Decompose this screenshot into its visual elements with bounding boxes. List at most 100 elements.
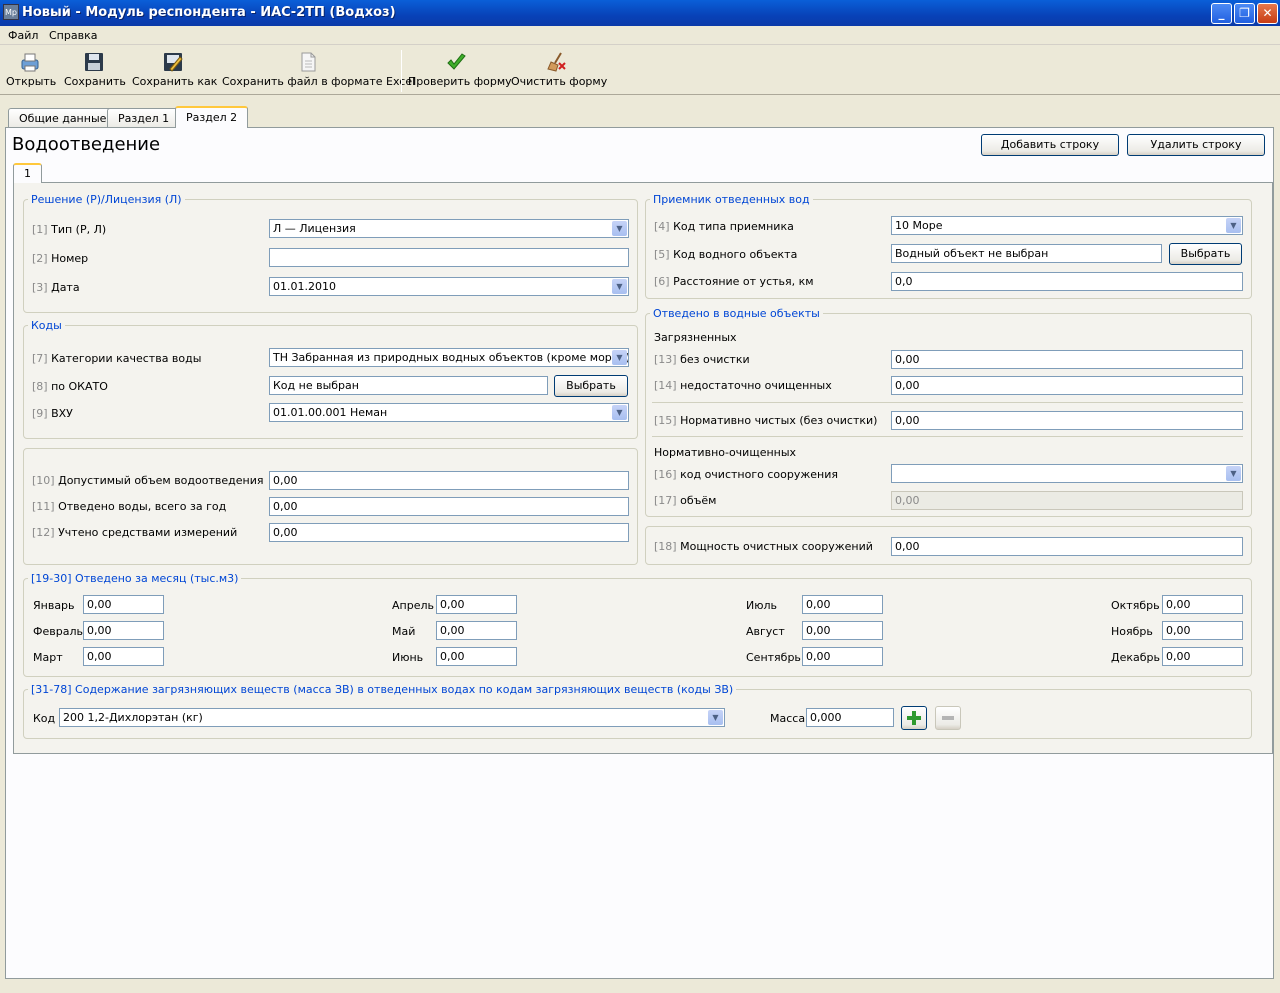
treated-volume-label: [17] объём [654,494,716,507]
month-input-february[interactable]: 0,00 [83,621,164,640]
water-object-label-text: Код водного объекта [673,248,798,261]
vhu-label-text: ВХУ [51,407,73,420]
type-select[interactable]: Л — Лицензия ▼ [269,219,629,238]
add-row-button[interactable]: Добавить строку [981,134,1119,156]
water-object-label: [5] Код водного объекта [654,248,797,261]
field-number: [4] [654,220,670,233]
menu-help[interactable]: Справка [49,29,97,42]
minimize-button[interactable]: _ [1211,3,1232,24]
month-input-december[interactable]: 0,00 [1162,647,1243,666]
maximize-button[interactable]: ❐ [1234,3,1255,24]
chevron-down-icon[interactable]: ▼ [612,405,627,420]
date-label-text: Дата [51,281,80,294]
decision-group-title: Решение (Р)/Лицензия (Л) [28,193,185,206]
treatment-code-label-text: код очистного сооружения [680,468,838,481]
month-input-july[interactable]: 0,00 [802,595,883,614]
pollutant-code-label: Код [33,712,56,725]
month-input-november[interactable]: 0,00 [1162,621,1243,640]
chevron-down-icon[interactable]: ▼ [612,350,627,365]
date-select[interactable]: 01.01.2010 ▼ [269,277,629,296]
field-number: [2] [32,252,48,265]
month-label-january: Январь [33,599,75,612]
month-input-october[interactable]: 0,00 [1162,595,1243,614]
no-treatment-input[interactable]: 0,00 [891,350,1243,369]
monthly-group [23,578,1252,677]
save-as-button[interactable]: Сохранить как [132,49,218,93]
field-number: [17] [654,494,677,507]
pollutant-code-select[interactable]: 200 1,2-Дихлорэтан (кг) ▼ [59,708,725,727]
chevron-down-icon[interactable]: ▼ [612,279,627,294]
choose-okato-button[interactable]: Выбрать [554,375,628,397]
month-label-april: Апрель [392,599,434,612]
water-quality-label-text: Категории качества воды [51,352,202,365]
check-form-button[interactable]: Проверить форму [408,49,512,93]
month-input-june[interactable]: 0,00 [436,647,517,666]
chevron-down-icon[interactable]: ▼ [1226,466,1241,481]
month-input-may[interactable]: 0,00 [436,621,517,640]
type-label: [1] Тип (Р, Л) [32,223,106,236]
add-pollutant-button[interactable] [901,706,927,730]
okato-input[interactable]: Код не выбран [269,376,548,395]
treatment-code-select[interactable]: ▼ [891,464,1243,483]
floppy-disk-icon [85,53,103,71]
tab-general[interactable]: Общие данные [8,108,118,127]
water-quality-select[interactable]: ТН Забранная из природных водных объекто… [269,348,629,367]
treated-volume-label-text: объём [680,494,717,507]
save-as-label: Сохранить как [132,75,218,88]
divider [652,436,1243,437]
tab-section2[interactable]: Раздел 2 [175,106,249,128]
measured-input[interactable]: 0,00 [269,523,629,542]
month-input-april[interactable]: 0,00 [436,595,517,614]
pollutant-code-select-value: 200 1,2-Дихлорэтан (кг) [63,711,203,724]
checkmark-icon [446,53,466,70]
field-number: [7] [32,352,48,365]
chevron-down-icon[interactable]: ▼ [1226,218,1241,233]
monthly-group-title: [19-30] Отведено за месяц (тыс.м3) [28,572,242,585]
capacity-input[interactable]: 0,00 [891,537,1243,556]
save-excel-button[interactable]: Сохранить файл в формате Excel [222,49,415,93]
chevron-down-icon[interactable]: ▼ [708,710,723,725]
clear-form-label: Очистить форму [511,75,608,88]
mouth-distance-label: [6] Расстояние от устья, км [654,275,814,288]
menu-bar: Файл Справка [0,26,1280,45]
water-quality-select-value: ТН Забранная из природных водных объекто… [273,351,629,364]
allowed-volume-input[interactable]: 0,00 [269,471,629,490]
pollutant-mass-input[interactable]: 0,000 [806,708,894,727]
vhu-select[interactable]: 01.01.00.001 Неман ▼ [269,403,629,422]
open-button[interactable]: Открыть [6,49,56,93]
chevron-down-icon[interactable]: ▼ [612,221,627,236]
save-button[interactable]: Сохранить [64,49,126,93]
mouth-distance-label-text: Расстояние от устья, км [673,275,814,288]
year-discharged-input[interactable]: 0,00 [269,497,629,516]
capacity-label: [18] Мощность очистных сооружений [654,540,873,553]
menu-file[interactable]: Файл [8,29,38,42]
delete-row-button[interactable]: Удалить строку [1127,134,1265,156]
receiver-type-select[interactable]: 10 Море ▼ [891,216,1243,235]
row-tab-1[interactable]: 1 [13,163,42,183]
close-button[interactable]: ✕ [1257,3,1278,24]
month-input-january[interactable]: 0,00 [83,595,164,614]
choose-water-object-button[interactable]: Выбрать [1169,243,1242,265]
date-label: [3] Дата [32,281,80,294]
month-input-august[interactable]: 0,00 [802,621,883,640]
insufficient-input[interactable]: 0,00 [891,376,1243,395]
remove-pollutant-button[interactable] [935,706,961,730]
water-object-input[interactable]: Водный объект не выбран [891,244,1162,263]
mouth-distance-input[interactable]: 0,0 [891,272,1243,291]
month-label-september: Сентябрь [746,651,801,664]
measured-label: [12] Учтено средствами измерений [32,526,237,539]
month-input-september[interactable]: 0,00 [802,647,883,666]
number-input[interactable] [269,248,629,267]
field-number: [12] [32,526,55,539]
number-label-text: Номер [51,252,89,265]
month-label-february: Февраль [33,625,83,638]
normative-clean-input[interactable]: 0,00 [891,411,1243,430]
month-input-march[interactable]: 0,00 [83,647,164,666]
save-as-icon [164,53,183,72]
field-number: [16] [654,468,677,481]
divider [652,402,1243,403]
title-bar: Мр Новый - Модуль респондента - ИАС-2ТП … [0,0,1280,26]
tab-section1[interactable]: Раздел 1 [107,108,181,127]
excel-document-icon [301,52,316,72]
clear-form-button[interactable]: Очистить форму [511,49,607,93]
